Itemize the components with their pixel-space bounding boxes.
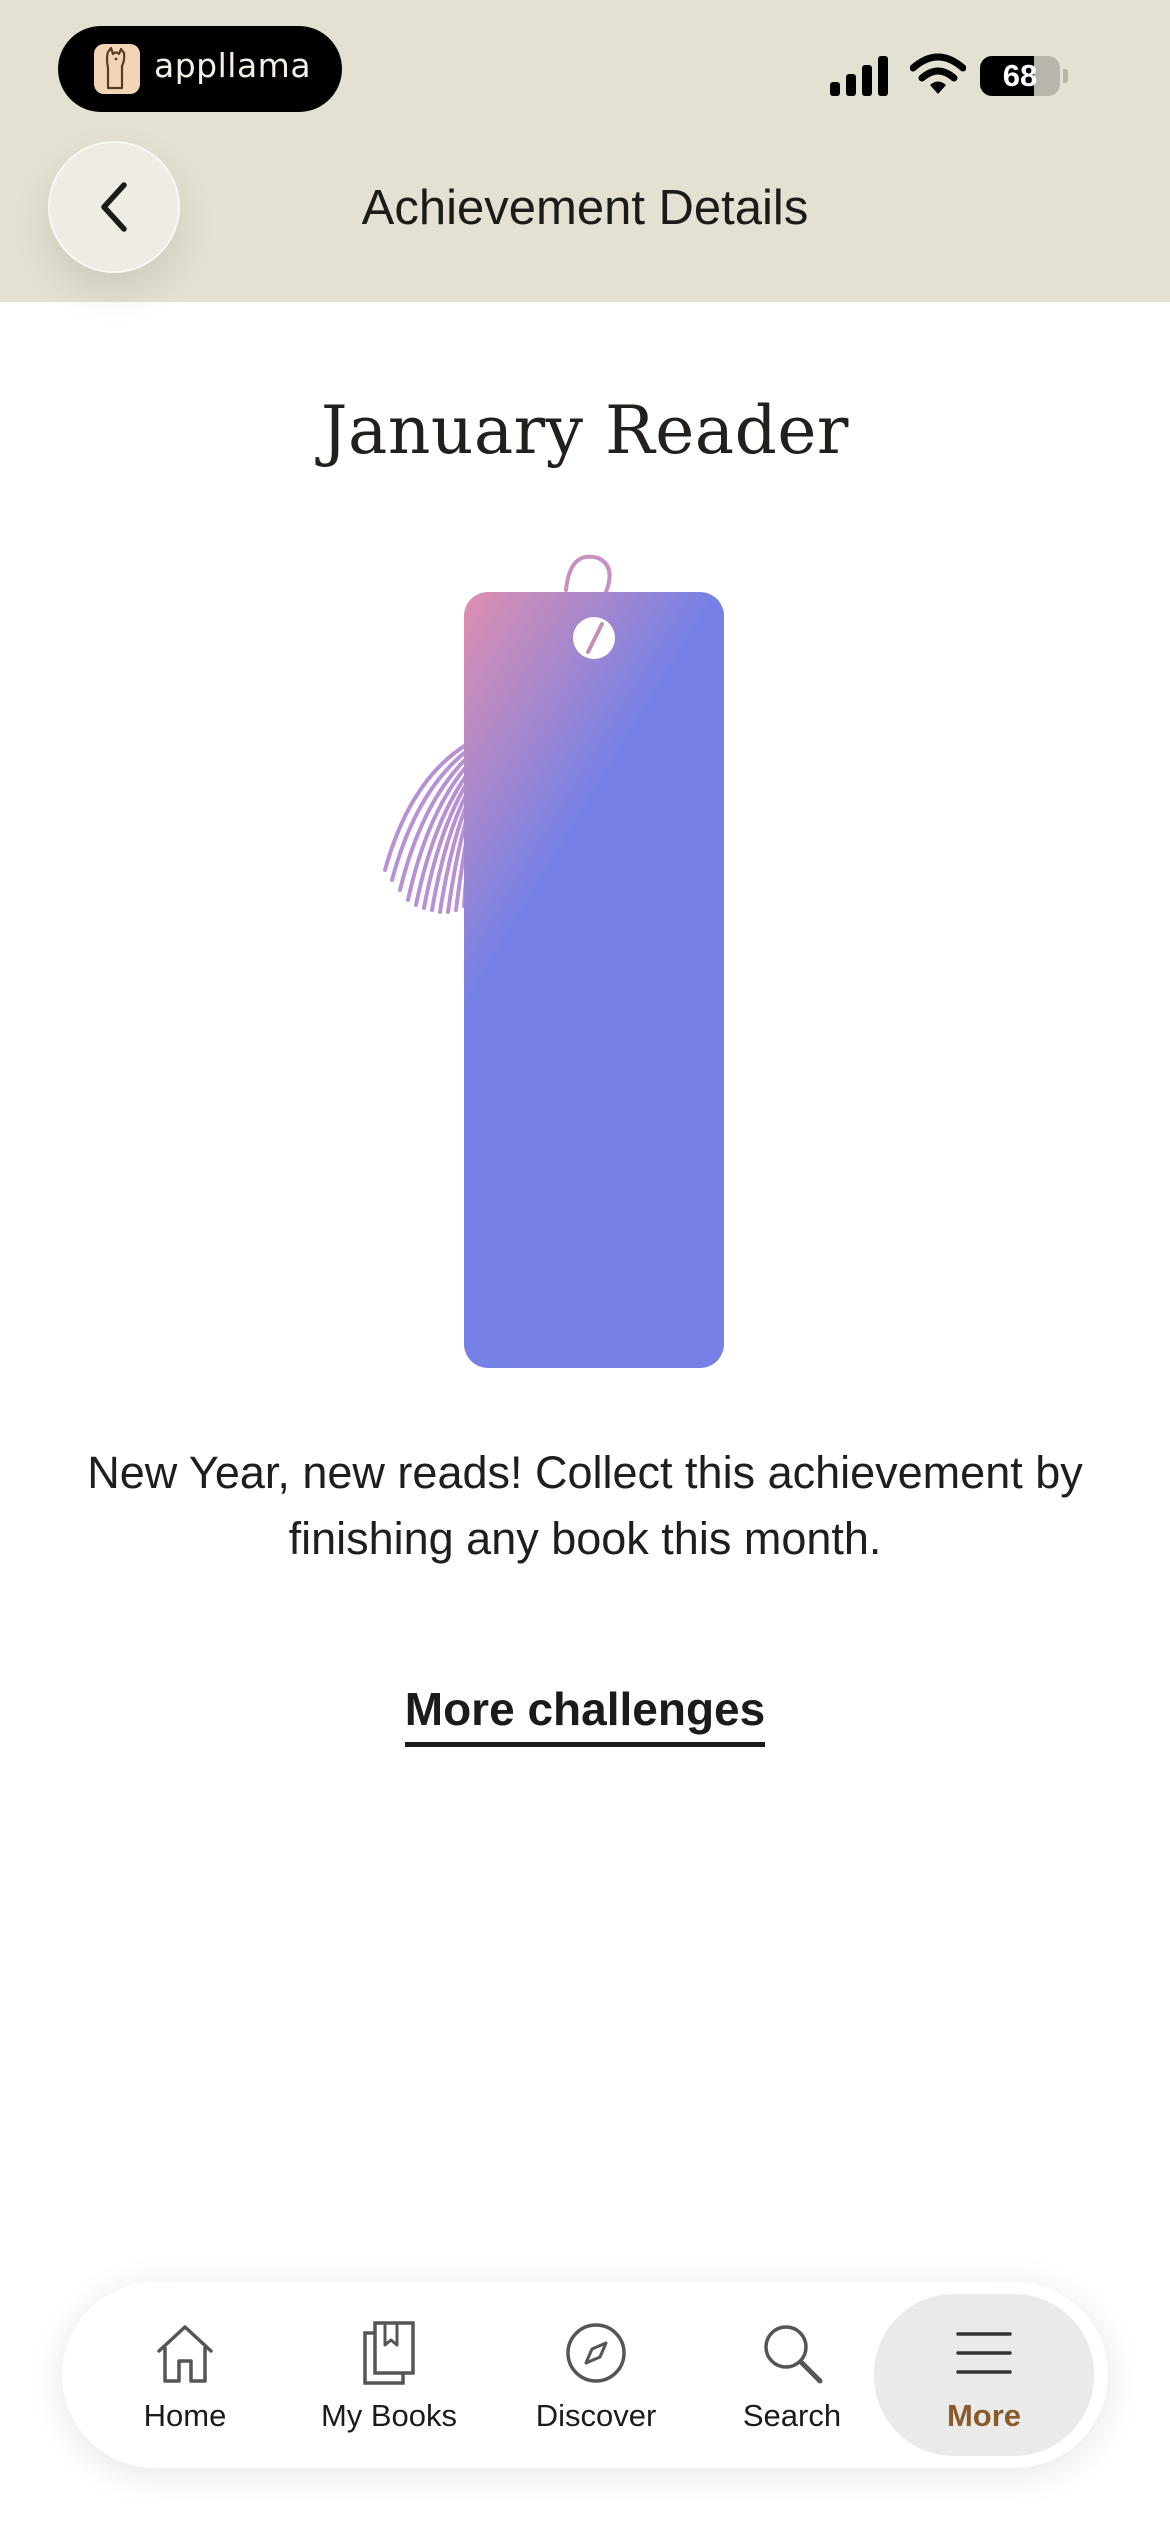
battery-level: 68 [1002, 58, 1038, 93]
tab-more[interactable]: More [874, 2294, 1094, 2456]
header: appllama 68 Achievement Details [0, 0, 1170, 302]
tab-more-label: More [946, 2398, 1022, 2433]
bottom-tab-bar: Home My Books Discover Search More [62, 2282, 1108, 2468]
home-icon [157, 2325, 213, 2383]
status-icons: 68 [830, 50, 1090, 102]
achievement-badge [370, 550, 750, 1380]
compass-icon [566, 2323, 626, 2383]
tab-search[interactable]: Search [722, 2282, 862, 2468]
search-icon [764, 2325, 823, 2384]
more-challenges-link[interactable]: More challenges [404, 1682, 766, 1747]
tab-discover[interactable]: Discover [516, 2282, 676, 2468]
tab-my-books[interactable]: My Books [304, 2282, 474, 2468]
achievement-title: January Reader [321, 392, 849, 469]
tab-discover-label: Discover [535, 2398, 657, 2433]
battery-icon: 68 [980, 56, 1070, 96]
books-icon [363, 2321, 415, 2385]
achievement-description: New Year, new reads! Collect this achiev… [87, 1447, 1083, 1564]
bookmark-icon [383, 554, 724, 1368]
tab-my-books-label: My Books [320, 2398, 458, 2433]
cellular-signal-icon [830, 56, 888, 96]
tab-home[interactable]: Home [110, 2282, 260, 2468]
menu-icon [956, 2332, 1012, 2374]
app-switcher-pill[interactable]: appllama [58, 26, 342, 112]
tab-home-label: Home [143, 2398, 227, 2433]
llama-logo-icon [94, 44, 140, 94]
wifi-icon [910, 53, 966, 94]
screen-title: Achievement Details [361, 181, 809, 235]
more-challenges-link-wrap: More challenges [0, 1682, 1170, 1747]
app-name: appllama [154, 46, 312, 85]
tab-search-label: Search [742, 2398, 842, 2433]
